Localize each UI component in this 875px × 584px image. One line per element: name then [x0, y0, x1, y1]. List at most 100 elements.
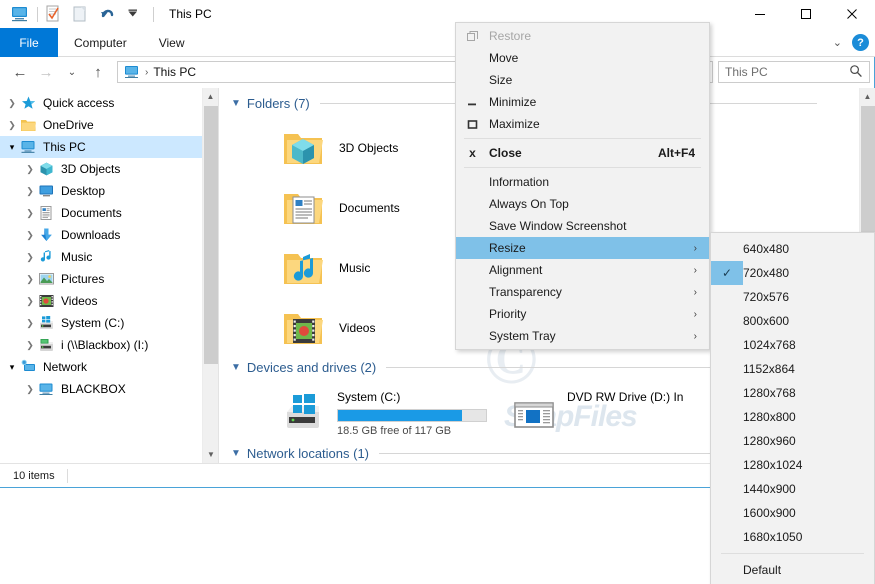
item-count: 10 items [13, 469, 55, 482]
resize-option-720x480[interactable]: ✓ 720x480 [711, 261, 874, 285]
sidebar-item-this-pc[interactable]: ▾ This PC [0, 136, 218, 158]
resize-option-720x576[interactable]: 720x576 [711, 285, 874, 309]
menu-item-alignment[interactable]: Alignment › [456, 259, 709, 281]
menu-item-resize[interactable]: Resize › [456, 237, 709, 259]
sidebar-item-system-c[interactable]: ❯ System (C:) [0, 312, 218, 334]
chevron-right-icon[interactable]: ❯ [22, 274, 38, 285]
scroll-down-arrow[interactable]: ▼ [203, 446, 218, 463]
sidebar-item-label: i (\\Blackbox) (I:) [61, 338, 149, 352]
group-title: Devices and drives (2) [246, 359, 377, 375]
folder-item[interactable]: 3D Objects [279, 124, 398, 172]
close-button[interactable] [829, 0, 875, 28]
menu-item-size[interactable]: Size [456, 69, 709, 91]
sidebar-item-label: BLACKBOX [61, 382, 126, 396]
forward-button[interactable]: → [34, 60, 58, 84]
menu-item-move[interactable]: Move [456, 47, 709, 69]
up-button[interactable]: ↑ [86, 60, 110, 84]
sidebar-item-blackbox[interactable]: ❯ BLACKBOX [0, 378, 218, 400]
menu-item-information[interactable]: Information [456, 171, 709, 193]
menu-item-close[interactable]: x Close Alt+F4 [456, 142, 709, 164]
resize-option-1280x960[interactable]: 1280x960 [711, 429, 874, 453]
drive-item[interactable]: System (C:) 18.5 GB free of 117 GB [279, 388, 487, 437]
search-input[interactable]: This PC [718, 61, 870, 83]
undo-icon[interactable] [99, 5, 119, 23]
chevron-right-icon[interactable]: ❯ [22, 296, 38, 307]
window-system-context-menu[interactable]: Restore Move Size Minimize Maximize x Close Alt… [455, 22, 710, 350]
tab-view[interactable]: View [143, 28, 201, 57]
breadcrumb-current[interactable]: This PC [153, 65, 196, 79]
chevron-right-icon[interactable]: ❯ [22, 186, 38, 197]
sidebar-item-downloads[interactable]: ❯ Downloads [0, 224, 218, 246]
resize-option-1600x900[interactable]: 1600x900 [711, 501, 874, 525]
sidebar-item-pictures[interactable]: ❯ Pictures [0, 268, 218, 290]
sidebar-item-videos[interactable]: ❯ Videos [0, 290, 218, 312]
search-icon[interactable] [849, 64, 863, 81]
nav-pane-scrollbar[interactable]: ▲ ▼ [202, 88, 218, 463]
resize-option-1280x1024[interactable]: 1280x1024 [711, 453, 874, 477]
chevron-down-icon[interactable]: ▾ [4, 362, 20, 373]
menu-item-minimize[interactable]: Minimize [456, 91, 709, 113]
sidebar-item-quick-access[interactable]: ❯ Quick access [0, 92, 218, 114]
menu-item-restore: Restore [456, 25, 709, 47]
back-button[interactable]: ← [8, 60, 32, 84]
resize-option-1680x1050[interactable]: 1680x1050 [711, 525, 874, 549]
chevron-down-icon[interactable]: ▾ [4, 142, 20, 153]
folder-item[interactable]: Music [279, 244, 370, 292]
sidebar-item-music[interactable]: ❯ Music [0, 246, 218, 268]
minimize-button[interactable] [737, 0, 783, 28]
resize-option-default[interactable]: Default [711, 558, 874, 582]
sidebar-item-3d-objects[interactable]: ❯ 3D Objects [0, 158, 218, 180]
sidebar-item-desktop[interactable]: ❯ Desktop [0, 180, 218, 202]
menu-item-always-on-top[interactable]: Always On Top [456, 193, 709, 215]
tab-computer[interactable]: Computer [58, 28, 143, 57]
resize-option-640x480[interactable]: 640x480 [711, 237, 874, 261]
resize-option-1280x768[interactable]: 1280x768 [711, 381, 874, 405]
chevron-down-icon[interactable]: ▼ [231, 362, 241, 373]
chevron-right-icon[interactable]: ❯ [22, 252, 38, 263]
chevron-right-icon[interactable]: ❯ [22, 164, 38, 175]
chevron-down-icon[interactable]: ▼ [231, 448, 241, 459]
scroll-up-arrow[interactable]: ▲ [203, 88, 218, 105]
resize-option-1152x864[interactable]: 1152x864 [711, 357, 874, 381]
chevron-right-icon[interactable]: ❯ [22, 340, 38, 351]
properties-icon[interactable] [45, 5, 65, 23]
menu-separator [464, 138, 701, 139]
chevron-right-icon[interactable]: ❯ [4, 120, 20, 131]
sidebar-item-documents[interactable]: ❯ Documents [0, 202, 218, 224]
menu-item-transparency[interactable]: Transparency › [456, 281, 709, 303]
maximize-button[interactable] [783, 0, 829, 28]
resize-submenu[interactable]: 640x480 ✓ 720x480 720x576 800x600 1024x768 115… [710, 232, 875, 584]
chevron-right-icon[interactable]: ❯ [22, 230, 38, 241]
menu-item-maximize[interactable]: Maximize [456, 113, 709, 135]
folder-item[interactable]: Documents [279, 184, 400, 232]
chevron-down-icon[interactable]: ▼ [231, 98, 241, 109]
sidebar-item-label: Documents [61, 206, 122, 220]
customize-icon[interactable] [126, 5, 146, 23]
desktop-icon [38, 183, 55, 199]
resize-option-800x600[interactable]: 800x600 [711, 309, 874, 333]
folder-item[interactable]: Videos [279, 304, 375, 352]
scroll-up-arrow[interactable]: ▲ [860, 88, 875, 105]
new-folder-icon[interactable] [72, 5, 92, 23]
resize-option-1024x768[interactable]: 1024x768 [711, 333, 874, 357]
menu-item-save-window-screenshot[interactable]: Save Window Screenshot [456, 215, 709, 237]
menu-item-priority[interactable]: Priority › [456, 303, 709, 325]
nav-scroll-thumb[interactable] [204, 106, 218, 364]
chevron-right-icon[interactable]: ❯ [22, 384, 38, 395]
chevron-right-icon[interactable]: ❯ [22, 318, 38, 329]
this-pc-icon[interactable] [10, 5, 30, 23]
tab-file[interactable]: File [0, 28, 58, 57]
chevron-right-icon[interactable]: ❯ [4, 98, 20, 109]
sidebar-item-network[interactable]: ▾ Network [0, 356, 218, 378]
check-icon: ✓ [711, 261, 743, 285]
collapse-ribbon-icon[interactable]: ⌄ [833, 36, 842, 49]
help-icon[interactable]: ? [852, 34, 869, 51]
sidebar-item-i-blackbox-i[interactable]: ❯ i (\\Blackbox) (I:) [0, 334, 218, 356]
recent-locations-button[interactable]: ⌄ [60, 60, 84, 84]
resize-option-1280x800[interactable]: 1280x800 [711, 405, 874, 429]
sidebar-item-onedrive[interactable]: ❯ OneDrive [0, 114, 218, 136]
resize-option-1440x900[interactable]: 1440x900 [711, 477, 874, 501]
drive-item[interactable]: DVD RW Drive (D:) In [509, 388, 683, 436]
chevron-right-icon[interactable]: ❯ [22, 208, 38, 219]
menu-item-system-tray[interactable]: System Tray › [456, 325, 709, 347]
